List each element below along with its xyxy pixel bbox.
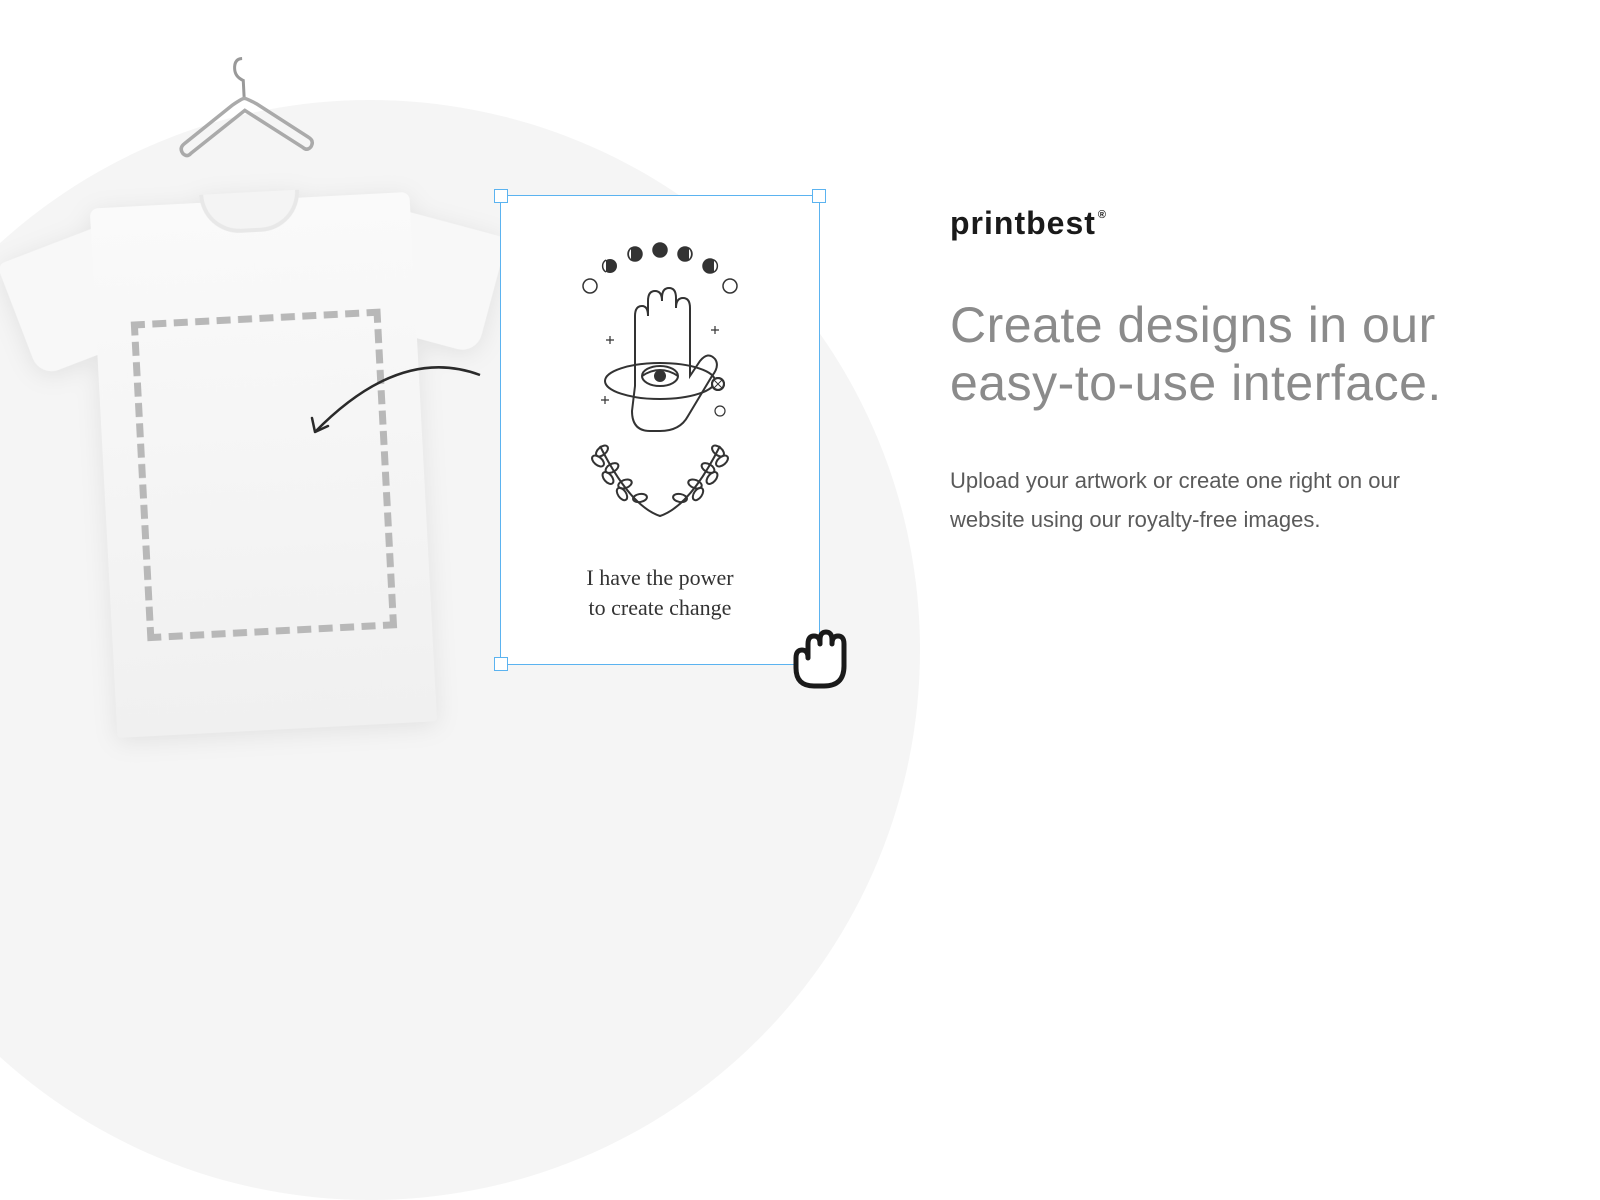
headline: Create designs in our easy-to-use interf… <box>950 297 1480 412</box>
brand-logo: printbest® <box>950 205 1105 242</box>
logo-mark: ® <box>1098 209 1107 221</box>
resize-handle-tr[interactable] <box>812 189 826 203</box>
artwork-caption-line2: to create change <box>540 593 780 623</box>
logo-text: printbest <box>950 205 1096 241</box>
design-selection-frame[interactable]: I have the power to create change <box>500 195 820 665</box>
resize-handle-tl[interactable] <box>494 189 508 203</box>
description: Upload your artwork or create one right … <box>950 462 1480 539</box>
artwork-caption-line1: I have the power <box>540 563 780 593</box>
text-content: printbest® Create designs in our easy-to… <box>950 205 1480 539</box>
artwork-content: I have the power to create change <box>540 236 780 622</box>
tshirt-shape <box>10 188 519 772</box>
mystical-hand-illustration <box>540 236 780 536</box>
hanger-icon <box>162 46 330 214</box>
drag-arrow-icon <box>290 350 490 470</box>
artwork-caption: I have the power to create change <box>540 563 780 622</box>
resize-handle-bl[interactable] <box>494 657 508 671</box>
grab-cursor-icon <box>778 620 868 700</box>
